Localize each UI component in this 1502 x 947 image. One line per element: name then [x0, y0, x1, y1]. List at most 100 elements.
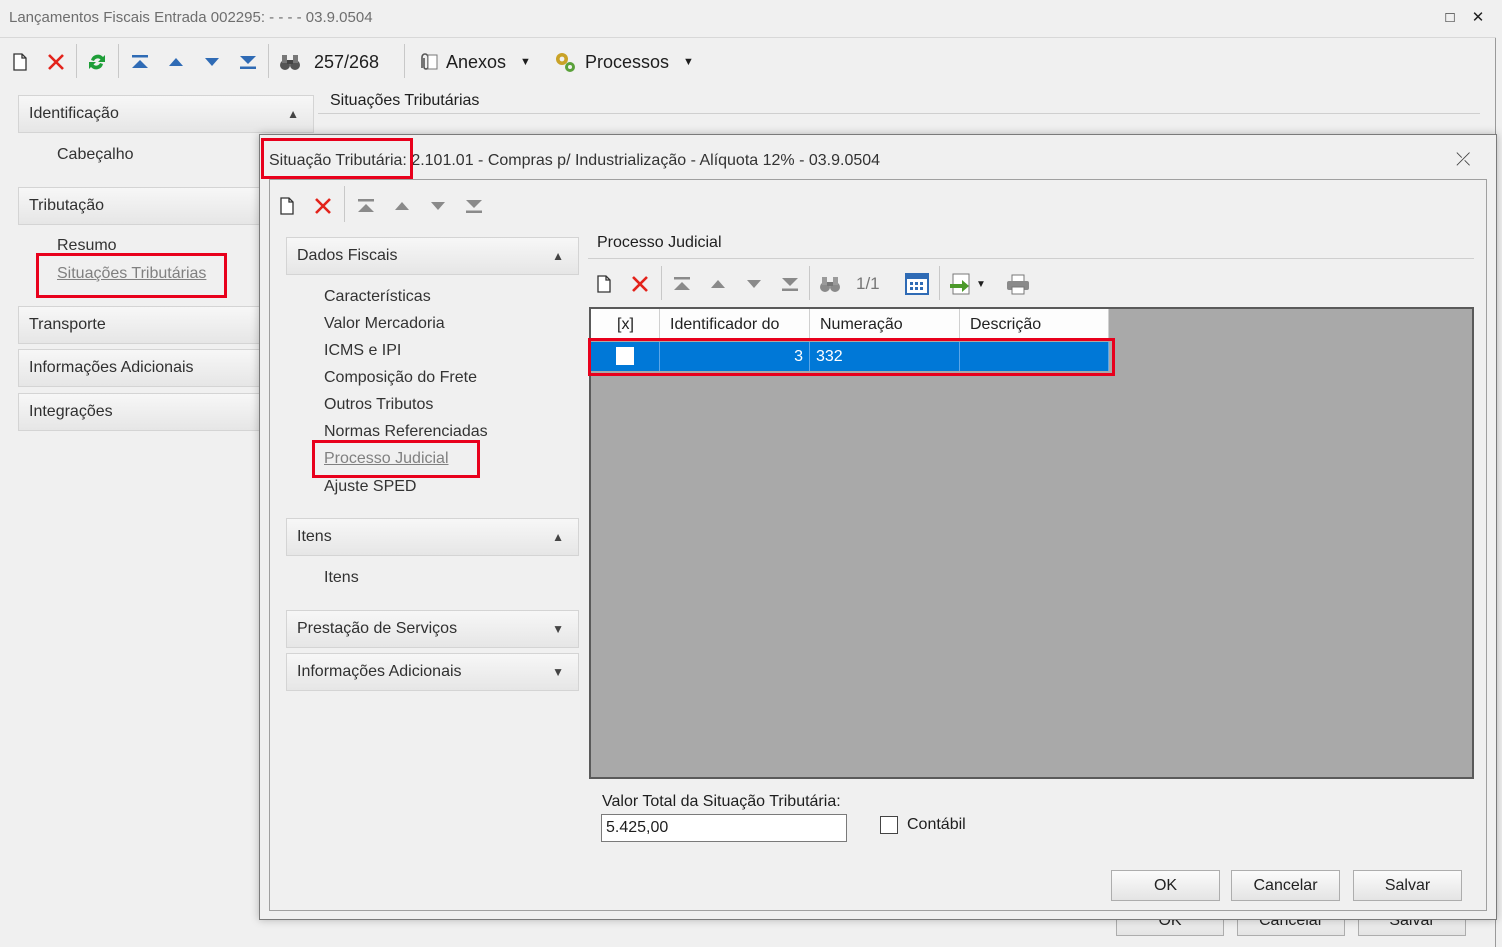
arrow-up-icon [711, 280, 725, 288]
dialog-next-button[interactable] [426, 192, 450, 220]
binoculars-icon [820, 277, 840, 292]
grid-print-button[interactable] [1004, 270, 1032, 298]
dialog-nav-valor-mercadoria[interactable]: Valor Mercadoria [324, 315, 445, 333]
grid-last-button[interactable] [778, 270, 802, 298]
background-tab-title: Situações Tributárias [330, 92, 480, 109]
processo-judicial-grid: [x] Identificador do Numeração Descrição… [589, 307, 1474, 779]
last-icon [240, 56, 256, 69]
chevron-down-icon: ▼ [683, 56, 694, 68]
maximize-icon[interactable]: □ [1440, 8, 1460, 28]
chevron-up-icon: ▲ [287, 107, 299, 121]
nav-section-label: Tributação [29, 197, 104, 214]
chevron-down-icon: ▼ [552, 665, 564, 679]
cancel-button[interactable]: Cancelar [1231, 870, 1340, 901]
main-toolbar: 257/268 Anexos ▼ Processos ▼ [0, 40, 1496, 82]
grid-new-button[interactable] [592, 270, 616, 298]
dialog-nav-itens[interactable]: Itens ▲ [286, 518, 579, 556]
grid-columns-button[interactable] [903, 270, 931, 298]
dialog-nav-dados-fiscais[interactable]: Dados Fiscais ▲ [286, 237, 579, 275]
grid-previous-button[interactable] [706, 270, 730, 298]
grid-layout-icon [905, 273, 929, 295]
attachments-label: Anexos [446, 51, 507, 72]
close-icon[interactable]: ✕ [1468, 8, 1488, 28]
dialog-close-icon[interactable]: ⤫ [1456, 149, 1470, 170]
title-bar: Lançamentos Fiscais Entrada 002295: - - … [0, 0, 1496, 38]
dialog-new-button[interactable] [275, 192, 299, 220]
dialog-nav-caracteristicas[interactable]: Características [324, 288, 431, 306]
new-document-icon [280, 197, 294, 215]
dialog-nav-informacoes-adicionais[interactable]: Informações Adicionais ▼ [286, 653, 579, 691]
refresh-button[interactable] [84, 48, 110, 76]
column-header-check[interactable]: [x] [591, 309, 660, 340]
column-header-identificador[interactable]: Identificador do [660, 309, 810, 340]
last-icon [782, 278, 798, 291]
dialog-title-rest: 2.101.01 - Compras p/ Industrialização -… [411, 152, 881, 169]
dialog-nav-icms-ipi[interactable]: ICMS e IPI [324, 342, 401, 360]
last-record-button[interactable] [236, 48, 260, 76]
delete-icon [632, 276, 648, 292]
grid-next-button[interactable] [742, 270, 766, 298]
contabil-label: Contábil [907, 816, 966, 833]
dialog-nav-normas-referenciadas[interactable]: Normas Referenciadas [324, 423, 488, 441]
refresh-icon [89, 54, 105, 70]
new-document-icon [597, 275, 611, 293]
highlight-box [312, 440, 480, 478]
nav-section-label: Prestação de Serviços [297, 620, 458, 637]
dialog-delete-button[interactable] [311, 192, 335, 220]
dialog-nav-prestacao-servicos[interactable]: Prestação de Serviços ▼ [286, 610, 579, 648]
column-header-descricao[interactable]: Descrição [960, 309, 1109, 340]
highlight-box [36, 253, 227, 298]
arrow-up-icon [169, 58, 183, 66]
dialog-nav-composicao-frete[interactable]: Composição do Frete [324, 369, 477, 387]
nav-item-cabecalho[interactable]: Cabeçalho [57, 146, 134, 164]
grid-record-position: 1/1 [856, 274, 880, 293]
record-position: 257/268 [314, 52, 380, 72]
contabil-checkbox[interactable] [880, 816, 898, 834]
dialog-nav-itens-item[interactable]: Itens [324, 569, 359, 587]
first-icon [358, 199, 374, 212]
first-icon [132, 55, 148, 68]
grid-export-dropdown[interactable]: ▼ [948, 270, 996, 298]
previous-record-button[interactable] [164, 48, 188, 76]
find-button[interactable] [276, 48, 304, 76]
chevron-down-icon: ▼ [552, 622, 564, 636]
highlight-box [588, 338, 1115, 376]
dialog-nav-ajuste-sped[interactable]: Ajuste SPED [324, 478, 416, 496]
processes-label: Processos [585, 51, 670, 72]
nav-section-identificacao[interactable]: Identificação ▲ [18, 95, 314, 133]
dialog-nav-outros-tributos[interactable]: Outros Tributos [324, 396, 433, 414]
nav-section-label: Informações Adicionais [29, 359, 194, 376]
first-icon [674, 277, 690, 290]
next-record-button[interactable] [200, 48, 224, 76]
delete-icon [315, 198, 331, 214]
grid-first-button[interactable] [670, 270, 694, 298]
new-record-button[interactable] [8, 48, 32, 76]
dialog-first-button[interactable] [354, 192, 378, 220]
column-header-numeracao[interactable]: Numeração [810, 309, 960, 340]
dialog-previous-button[interactable] [390, 192, 414, 220]
chevron-up-icon: ▲ [552, 530, 564, 544]
grid-delete-button[interactable] [628, 270, 652, 298]
arrow-down-icon [205, 58, 219, 66]
attachments-dropdown[interactable]: Anexos ▼ [414, 48, 540, 76]
nav-section-label: Identificação [29, 105, 119, 122]
window-title: Lançamentos Fiscais Entrada 002295: - - … [9, 9, 373, 26]
export-icon [950, 273, 970, 295]
arrow-down-icon [747, 280, 761, 288]
first-record-button[interactable] [128, 48, 152, 76]
save-button[interactable]: Salvar [1353, 870, 1462, 901]
dialog-last-button[interactable] [462, 192, 486, 220]
chevron-down-icon: ▼ [976, 278, 986, 290]
highlight-box [261, 138, 413, 179]
printer-icon [1007, 274, 1029, 295]
nav-section-label: Itens [297, 528, 332, 545]
grid-find-button[interactable] [816, 270, 844, 298]
delete-record-button[interactable] [44, 48, 68, 76]
ok-button[interactable]: OK [1111, 870, 1220, 901]
nav-section-label: Transporte [29, 316, 106, 333]
valor-total-field[interactable]: 5.425,00 [601, 814, 847, 842]
delete-icon [48, 54, 64, 70]
nav-section-label: Informações Adicionais [297, 663, 462, 680]
chevron-down-icon: ▼ [520, 56, 531, 68]
processes-dropdown[interactable]: Processos ▼ [553, 48, 703, 76]
